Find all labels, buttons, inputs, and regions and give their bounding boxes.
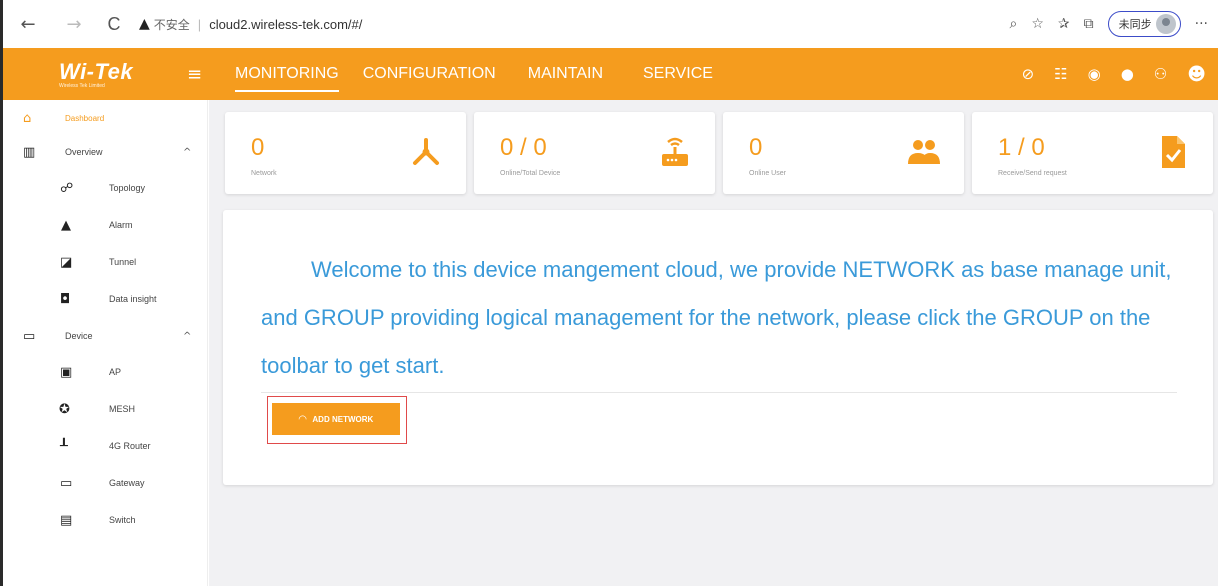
sidebar: ⌂ Dashboard ▥ Overview ^ ☍ Topology ▲ Al… bbox=[3, 100, 208, 586]
overview-icon: ▥ bbox=[23, 144, 36, 160]
network-icon bbox=[413, 138, 439, 165]
sidebar-item-label: 4G Router bbox=[109, 441, 151, 451]
browser-toolbar: ← → C ▲ 不安全 | cloud2.wireless-tek.com/#/… bbox=[3, 0, 1218, 48]
add-network-label: ADD NETWORK bbox=[312, 414, 374, 424]
group-icon[interactable]: ⚇ bbox=[1154, 65, 1167, 83]
nav-configuration[interactable]: CONFIGURATION bbox=[363, 48, 496, 100]
stat-value: 1 / 0 bbox=[998, 134, 1045, 161]
tunnel-icon: ◪ bbox=[60, 254, 73, 270]
sidebar-item-data-insight[interactable]: ◘ Data insight bbox=[3, 291, 203, 307]
sidebar-item-label: Device bbox=[65, 331, 93, 341]
sidebar-item-label: Alarm bbox=[109, 220, 133, 230]
divider bbox=[261, 392, 1177, 393]
more-icon[interactable]: ··· bbox=[1195, 16, 1208, 32]
sidebar-item-tunnel[interactable]: ◪ Tunnel bbox=[3, 254, 203, 270]
add-network-button[interactable]: ◠ ADD NETWORK bbox=[272, 403, 400, 435]
home-icon: ⌂ bbox=[23, 110, 32, 126]
qr-grid-icon[interactable]: ☷ bbox=[1054, 65, 1067, 83]
notification-bell-icon[interactable]: ● bbox=[1121, 65, 1134, 83]
message-icon[interactable]: ◉ bbox=[1088, 65, 1101, 83]
link-icon[interactable]: ⊘ bbox=[1022, 65, 1035, 83]
wifi-icon: ◠ bbox=[298, 413, 307, 425]
app-header: Wi-Tek Wireless Tek Limited ≡ MONITORING… bbox=[3, 48, 1218, 100]
sidebar-item-alarm[interactable]: ▲ Alarm bbox=[3, 217, 203, 233]
logo-subtext: Wireless Tek Limited bbox=[59, 83, 105, 89]
stat-label: Online/Total Device bbox=[500, 170, 561, 177]
stat-label: Network bbox=[251, 170, 277, 177]
welcome-card: Welcome to this device mangement cloud, … bbox=[223, 210, 1213, 485]
security-label: 不安全 bbox=[153, 17, 190, 32]
nav-service[interactable]: SERVICE bbox=[643, 48, 713, 100]
profile-avatar-icon bbox=[1155, 14, 1176, 34]
collections-icon[interactable]: ⧉ bbox=[1084, 16, 1094, 32]
address-separator: | bbox=[197, 16, 202, 32]
nav-maintain[interactable]: MAINTAIN bbox=[528, 48, 603, 100]
app-window: ← → C ▲ 不安全 | cloud2.wireless-tek.com/#/… bbox=[0, 0, 1218, 586]
sidebar-item-dashboard[interactable]: ⌂ Dashboard bbox=[3, 110, 203, 126]
sidebar-group-device[interactable]: ▭ Device ^ bbox=[3, 328, 203, 344]
zoom-icon[interactable]: ⌕ bbox=[1010, 16, 1018, 32]
router-icon: ┸ bbox=[60, 438, 68, 454]
sidebar-item-label: AP bbox=[109, 367, 122, 377]
bell-icon: ▲ bbox=[61, 217, 71, 233]
highlight-frame: ◠ ADD NETWORK bbox=[267, 396, 407, 444]
sidebar-group-overview[interactable]: ▥ Overview ^ bbox=[3, 144, 203, 160]
logo-text: Wi-Tek bbox=[59, 59, 134, 84]
back-arrow-icon[interactable]: ← bbox=[13, 9, 43, 39]
sidebar-item-gateway[interactable]: ▭ Gateway bbox=[3, 475, 203, 491]
sidebar-item-label: MESH bbox=[109, 404, 136, 414]
sidebar-item-topology[interactable]: ☍ Topology bbox=[3, 180, 203, 196]
topology-icon: ☍ bbox=[60, 180, 74, 196]
stat-card-requests[interactable]: 1 / 0 Receive/Send request bbox=[972, 112, 1213, 194]
sync-label: 未同步 bbox=[1118, 19, 1152, 31]
chevron-up-icon: ^ bbox=[183, 330, 192, 342]
stat-label: Online User bbox=[749, 170, 786, 177]
sidebar-item-4g-router[interactable]: ┸ 4G Router bbox=[3, 438, 203, 454]
document-check-icon bbox=[1162, 136, 1185, 168]
stat-card-network[interactable]: 0 Network bbox=[225, 112, 466, 194]
stat-card-online-user[interactable]: 0 Online User bbox=[723, 112, 964, 194]
reload-icon[interactable]: C bbox=[99, 9, 129, 39]
sidebar-item-mesh[interactable]: ✪ MESH bbox=[3, 401, 203, 417]
stat-value: 0 bbox=[251, 134, 265, 161]
stat-value: 0 bbox=[749, 134, 763, 161]
sidebar-item-label: Data insight bbox=[109, 294, 157, 304]
profile-sync-button[interactable]: 未同步 bbox=[1107, 11, 1181, 37]
url-text: cloud2.wireless-tek.com/#/ bbox=[209, 16, 363, 32]
ap-icon: ▣ bbox=[60, 364, 73, 380]
sidebar-item-label: Gateway bbox=[109, 478, 145, 488]
sidebar-item-label: Overview bbox=[65, 147, 103, 157]
browser-actions: ⌕ ☆ ✰ ⧉ 未同步 ··· bbox=[1010, 11, 1208, 37]
sidebar-item-label: Tunnel bbox=[109, 257, 137, 267]
router-device-icon bbox=[662, 137, 688, 166]
users-icon bbox=[908, 140, 940, 164]
main-content: 0 Network 0 / 0 Online/Total Device 0 On… bbox=[209, 100, 1218, 586]
mesh-icon: ✪ bbox=[59, 401, 70, 417]
stat-label: Receive/Send request bbox=[998, 170, 1067, 177]
data-insight-icon: ◘ bbox=[60, 291, 71, 307]
chevron-up-icon: ^ bbox=[183, 146, 192, 158]
header-actions: ⊘ ☷ ◉ ● ⚇ ☻ bbox=[1022, 64, 1206, 85]
favorites-icon[interactable]: ✰ bbox=[1058, 16, 1070, 32]
user-account-icon[interactable]: ☻ bbox=[1187, 64, 1206, 85]
stat-value: 0 / 0 bbox=[500, 134, 547, 161]
address-bar[interactable]: ▲ 不安全 | cloud2.wireless-tek.com/#/ bbox=[139, 9, 1010, 39]
sidebar-item-label: Topology bbox=[109, 183, 146, 193]
monitor-icon: ▭ bbox=[23, 328, 36, 344]
forward-arrow-icon[interactable]: → bbox=[59, 9, 89, 39]
nav-monitoring[interactable]: MONITORING bbox=[235, 48, 339, 100]
welcome-message: Welcome to this device mangement cloud, … bbox=[261, 257, 1172, 378]
stat-card-device[interactable]: 0 / 0 Online/Total Device bbox=[474, 112, 715, 194]
sidebar-item-switch[interactable]: ▤ Switch bbox=[3, 512, 203, 528]
warning-icon: ▲ bbox=[139, 16, 150, 32]
gateway-icon: ▭ bbox=[60, 475, 73, 491]
sidebar-item-label: Dashboard bbox=[65, 113, 105, 123]
read-aloud-icon[interactable]: ☆ bbox=[1031, 16, 1044, 32]
logo[interactable]: Wi-Tek Wireless Tek Limited bbox=[3, 59, 163, 89]
switch-icon: ▤ bbox=[60, 512, 73, 528]
sidebar-item-ap[interactable]: ▣ AP bbox=[3, 364, 203, 380]
sidebar-item-label: Switch bbox=[109, 515, 136, 525]
hamburger-menu-icon[interactable]: ≡ bbox=[187, 64, 227, 85]
top-nav: MONITORING CONFIGURATION MAINTAIN SERVIC… bbox=[235, 48, 737, 100]
